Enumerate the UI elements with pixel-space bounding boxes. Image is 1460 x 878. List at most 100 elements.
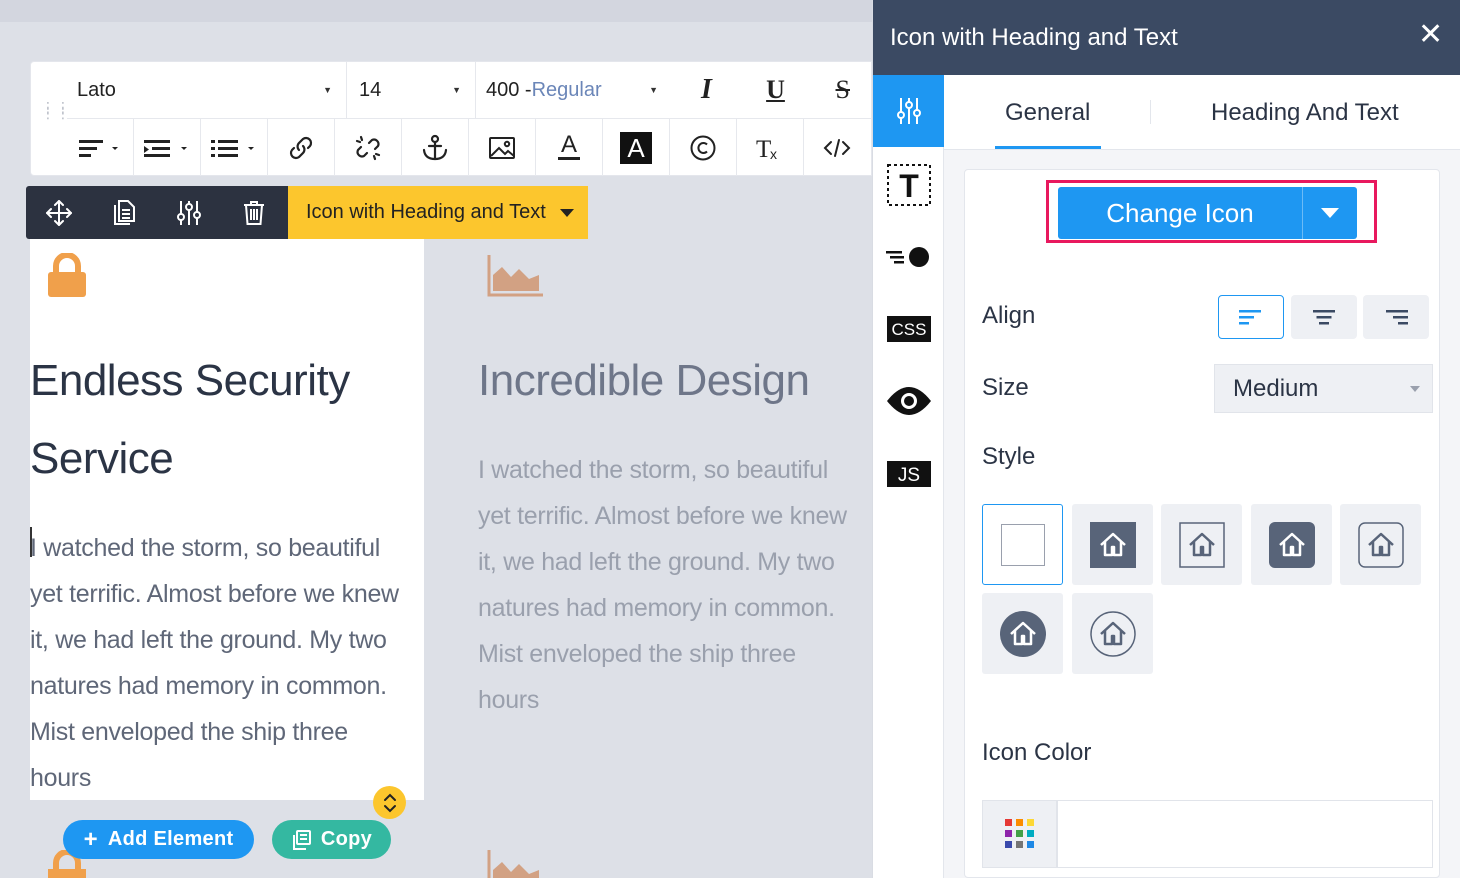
close-icon[interactable]: ✕ [1418, 20, 1443, 50]
style-option-circle-outline[interactable] [1072, 593, 1153, 674]
home-square-outline-icon [1178, 521, 1225, 568]
home-circle-outline-icon [1089, 610, 1136, 657]
area-chart-icon[interactable] [487, 255, 543, 297]
add-element-button[interactable]: + Add Element [63, 820, 254, 859]
unlink-button[interactable] [335, 119, 402, 176]
svg-text:T: T [899, 168, 919, 204]
color-picker-button[interactable] [982, 800, 1057, 868]
style-option-rounded-outline[interactable] [1340, 504, 1421, 585]
caret-down-icon [1410, 386, 1420, 392]
column-heading[interactable]: Incredible Design [478, 342, 872, 420]
duplicate-button[interactable] [91, 186, 156, 239]
panel-tabs: General Heading And Text [944, 75, 1460, 150]
code-icon [824, 138, 851, 157]
align-center-button[interactable] [1291, 295, 1357, 339]
icon-color-input[interactable] [1057, 800, 1433, 868]
motion-icon [885, 247, 929, 267]
rail-general-settings[interactable] [873, 75, 944, 147]
delete-button[interactable] [221, 186, 286, 239]
font-weight-select[interactable]: 400 - Regular ▼ [476, 62, 672, 119]
clear-format-button[interactable]: T x [737, 119, 804, 176]
rail-typography[interactable]: T [873, 149, 944, 221]
column-heading[interactable]: Endless Security Service [30, 342, 424, 498]
rail-js[interactable]: JS [873, 438, 944, 510]
underline-label: U [766, 75, 785, 104]
column-paragraph[interactable]: I watched the storm, so beautiful yet te… [30, 525, 424, 801]
font-size-value: 14 [359, 78, 382, 101]
text-color-button[interactable]: A [536, 119, 603, 176]
chevron-down-icon: ▼ [323, 85, 332, 95]
panel-title: Icon with Heading and Text [890, 23, 1178, 51]
size-label: Size [982, 374, 1029, 401]
size-select[interactable]: Medium [1214, 364, 1433, 413]
text-align-dropdown[interactable] [67, 119, 134, 176]
text-icon: T [886, 164, 931, 206]
change-icon-button[interactable]: Change Icon [1058, 187, 1357, 239]
style-option-square-filled[interactable] [1072, 504, 1153, 585]
style-option-circle-filled[interactable] [982, 593, 1063, 674]
paragraph-line: I watched the storm, so beautiful [478, 456, 829, 484]
style-option-square-outline[interactable] [1161, 504, 1242, 585]
rail-visibility[interactable] [873, 365, 944, 437]
font-size-select[interactable]: 14 ▼ [347, 61, 476, 119]
strikethrough-button[interactable]: S [810, 62, 850, 119]
size-value: Medium [1233, 374, 1319, 402]
highlight-color-button[interactable]: A [603, 119, 670, 176]
heading-line: Service [30, 434, 174, 483]
clear-format-icon: T x [756, 136, 777, 161]
font-family-select[interactable]: Lato ▼ [67, 61, 347, 119]
align-left-icon [79, 139, 118, 157]
element-settings-button[interactable] [156, 186, 221, 239]
style-option-none[interactable] [982, 504, 1063, 585]
element-type-dropdown[interactable]: Icon with Heading and Text [288, 186, 588, 239]
move-button[interactable] [26, 186, 91, 239]
paragraph-line: Mist enveloped the ship three [30, 718, 348, 746]
align-center-icon [1313, 310, 1335, 325]
bullet-list-icon [211, 139, 254, 157]
paragraph-line: I watched the storm, so beautiful [30, 534, 381, 562]
column-paragraph[interactable]: I watched the storm, so beautiful yet te… [478, 447, 872, 723]
change-icon-dropdown[interactable] [1302, 187, 1357, 239]
anchor-button[interactable] [402, 119, 469, 176]
align-left-button[interactable] [1218, 295, 1284, 339]
tab-separator [1150, 100, 1151, 124]
copy-button[interactable]: Copy [272, 820, 391, 859]
home-circle-filled-icon [999, 610, 1046, 657]
paragraph-line: yet terrific. Almost before we knew [30, 580, 399, 608]
paragraph-line: Mist enveloped the ship three [478, 640, 796, 668]
align-left-icon [1239, 310, 1261, 325]
icon-color-label: Icon Color [982, 739, 1092, 766]
tab-general[interactable]: General [1005, 75, 1090, 150]
resize-handle[interactable] [373, 786, 406, 819]
home-rounded-outline-icon [1357, 521, 1404, 568]
text-format-toolbar: ⋮⋮⋮⋮ Lato ▼ 14 ▼ 400 - Regular ▼ I U S [30, 61, 872, 176]
insert-link-button[interactable] [268, 119, 335, 176]
lock-icon[interactable] [48, 253, 86, 297]
font-family-value: Lato [77, 78, 116, 101]
strike-label: S [835, 75, 850, 104]
tab-heading-and-text[interactable]: Heading And Text [1211, 75, 1399, 150]
font-weight-name: Regular [531, 78, 602, 101]
indent-dropdown[interactable] [134, 119, 201, 176]
underline-button[interactable]: U [741, 62, 810, 119]
list-dropdown[interactable] [201, 119, 268, 176]
text-color-icon: A [558, 132, 580, 160]
insert-image-button[interactable] [469, 119, 536, 176]
rail-motion[interactable] [873, 221, 944, 293]
style-option-rounded-filled[interactable] [1251, 504, 1332, 585]
settings-sliders-icon [176, 200, 201, 225]
js-icon: JS [886, 461, 931, 487]
rail-css[interactable]: CSS [873, 293, 944, 365]
font-weight-number: 400 - [486, 78, 532, 101]
code-view-button[interactable] [804, 119, 871, 176]
svg-text:x: x [770, 146, 777, 161]
settings-panel: Icon with Heading and Text ✕ T CSS JS Ge… [872, 0, 1460, 878]
home-rounded-filled-icon [1268, 521, 1315, 568]
move-icon [45, 199, 72, 226]
italic-button[interactable]: I [672, 62, 741, 119]
align-label: Align [982, 302, 1036, 329]
special-character-button[interactable] [670, 119, 737, 176]
svg-text:T: T [756, 136, 771, 161]
svg-text:JS: JS [897, 465, 919, 486]
align-right-button[interactable] [1363, 295, 1429, 339]
